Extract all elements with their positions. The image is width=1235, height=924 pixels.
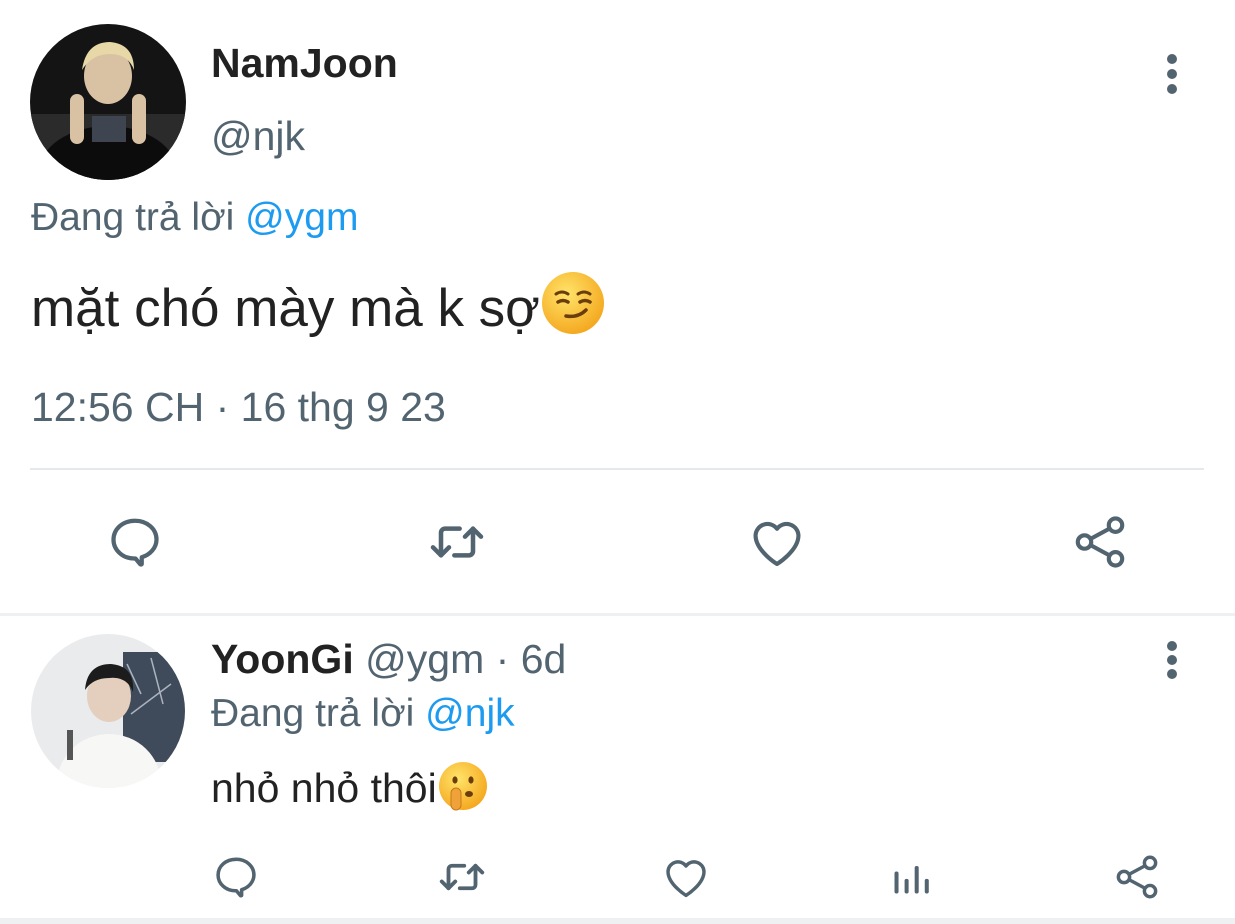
main-author-avatar[interactable] <box>30 24 186 180</box>
more-vertical-icon <box>1167 641 1177 679</box>
reply-reply-button[interactable] <box>209 850 263 904</box>
tweet-text-body: mặt chó mày mà k sợ <box>31 279 540 338</box>
bottom-separator <box>0 918 1235 924</box>
tweet-timestamp[interactable]: 12:56 CH · 16 thg 9 23 <box>31 384 446 431</box>
shushing-face-icon <box>438 762 487 811</box>
comment-icon <box>111 518 159 567</box>
share-button[interactable] <box>1068 510 1132 574</box>
share-icon <box>1116 855 1158 899</box>
retweet-icon <box>439 863 485 891</box>
comment-icon <box>216 857 256 898</box>
share-icon <box>1075 516 1125 568</box>
more-options-button[interactable] <box>1150 52 1194 96</box>
main-author-name[interactable]: NamJoon <box>211 40 398 87</box>
reply-like-button[interactable] <box>659 850 713 904</box>
analytics-icon <box>894 866 929 894</box>
replying-prefix: Đang trả lời <box>31 196 235 239</box>
like-button[interactable] <box>745 510 809 574</box>
replying-to-mention[interactable]: @ygm <box>245 196 358 239</box>
analytics-button[interactable] <box>884 850 938 904</box>
reply-author-name[interactable]: YoonGi <box>211 636 354 682</box>
more-vertical-icon <box>1167 54 1177 94</box>
heart-icon <box>666 860 706 898</box>
tweet-text: mặt chó mày mà k sợ <box>31 270 606 346</box>
heart-icon <box>753 521 801 567</box>
reply-button[interactable] <box>103 510 167 574</box>
section-separator <box>0 613 1235 616</box>
reply-text: nhỏ nhỏ thôi <box>211 758 489 818</box>
replying-prefix: Đang trả lời <box>211 692 415 735</box>
reply-more-options-button[interactable] <box>1150 638 1194 682</box>
reply-share-button[interactable] <box>1110 850 1164 904</box>
reply-author-handle[interactable]: @ygm <box>365 636 484 682</box>
reply-text-body: nhỏ nhỏ thôi <box>211 765 437 811</box>
replying-to-line: Đang trả lời @ygm <box>31 196 358 240</box>
reply-replying-to-line: Đang trả lời @njk <box>211 692 515 736</box>
replying-to-mention[interactable]: @njk <box>425 692 514 735</box>
retweet-icon <box>430 526 484 558</box>
reply-header: YoonGi @ygm · 6d <box>211 636 566 683</box>
reply-age[interactable]: 6d <box>521 636 567 682</box>
reply-author-avatar[interactable] <box>31 634 185 788</box>
reply-retweet-button[interactable] <box>435 850 489 904</box>
smirking-face-icon <box>541 272 604 334</box>
main-author-handle[interactable]: @njk <box>211 113 305 160</box>
header-separator: · <box>495 636 510 682</box>
retweet-button[interactable] <box>425 510 489 574</box>
divider <box>30 468 1204 470</box>
